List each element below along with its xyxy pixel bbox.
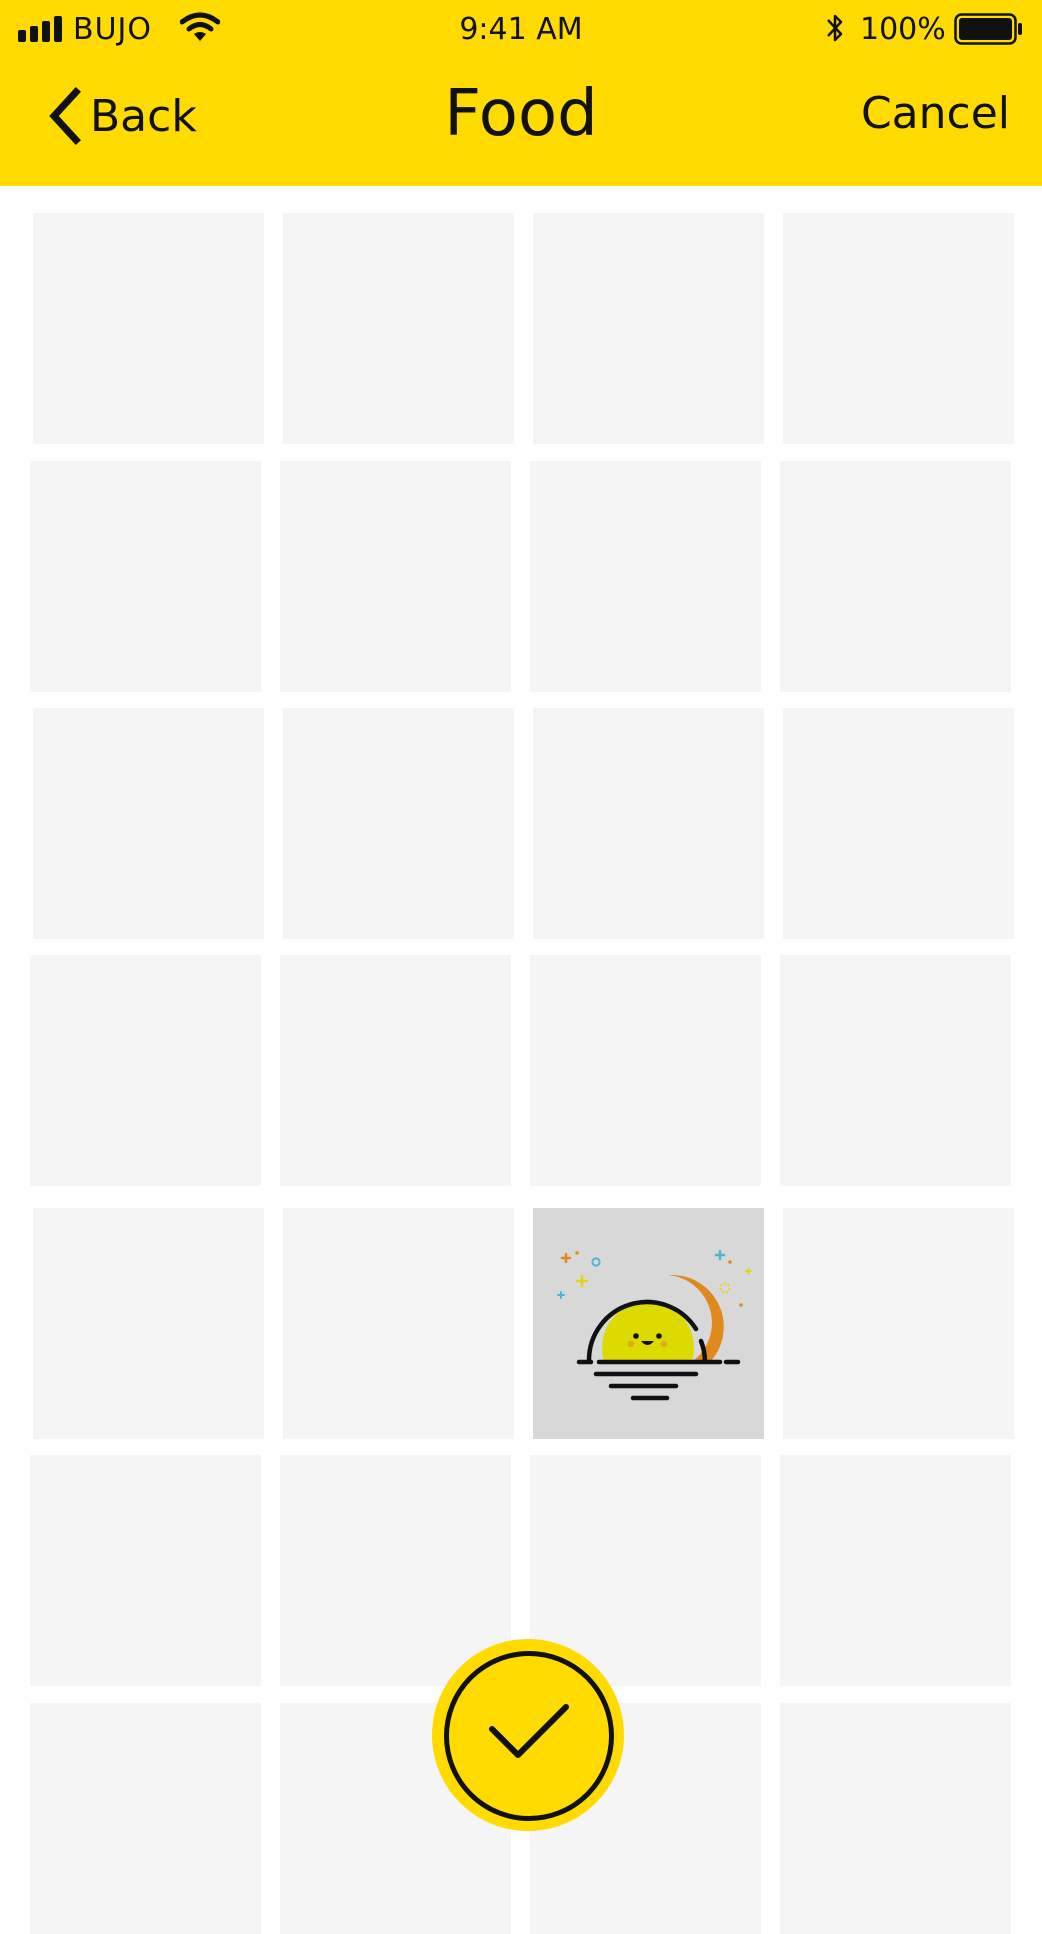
grid-tile[interactable] — [783, 213, 1014, 444]
grid-tile[interactable] — [30, 955, 261, 1186]
grid-tile[interactable] — [30, 461, 261, 692]
bluetooth-icon — [827, 14, 843, 42]
cancel-button[interactable]: Cancel — [861, 84, 1010, 144]
grid-tile[interactable] — [530, 461, 761, 692]
battery-percent: 100% — [860, 12, 946, 47]
checkmark-icon — [489, 1704, 569, 1758]
grid-tile[interactable] — [783, 708, 1014, 939]
confirm-button[interactable] — [432, 1639, 624, 1831]
grid-tile[interactable] — [33, 213, 264, 444]
grid-tile[interactable] — [780, 461, 1011, 692]
grid-tile[interactable] — [280, 955, 511, 1186]
grid-tile[interactable] — [530, 955, 761, 1186]
grid-tile[interactable] — [283, 708, 514, 939]
sunrise-icon — [557, 1249, 752, 1401]
grid-tile[interactable] — [533, 708, 764, 939]
grid-tile[interactable] — [30, 1703, 261, 1934]
grid-tile[interactable] — [30, 1455, 261, 1686]
nav-bar: BUJO 9:41 AM 100% Back Food Cancel — [0, 0, 1042, 186]
grid-tile[interactable] — [283, 213, 514, 444]
grid-tile[interactable] — [780, 955, 1011, 1186]
grid-tile[interactable] — [33, 708, 264, 939]
grid-tile[interactable] — [780, 1703, 1011, 1934]
icon-grid — [0, 186, 1042, 1934]
battery-icon — [954, 13, 1022, 45]
grid-tile[interactable] — [280, 461, 511, 692]
grid-tile[interactable] — [783, 1208, 1014, 1439]
grid-tile[interactable] — [533, 213, 764, 444]
grid-tile[interactable] — [283, 1208, 514, 1439]
grid-tile[interactable] — [33, 1208, 264, 1439]
grid-tile-selected[interactable] — [533, 1208, 764, 1439]
status-bar: BUJO 9:41 AM 100% — [0, 0, 1042, 60]
grid-tile[interactable] — [780, 1455, 1011, 1686]
grid-tile[interactable] — [280, 1455, 511, 1686]
